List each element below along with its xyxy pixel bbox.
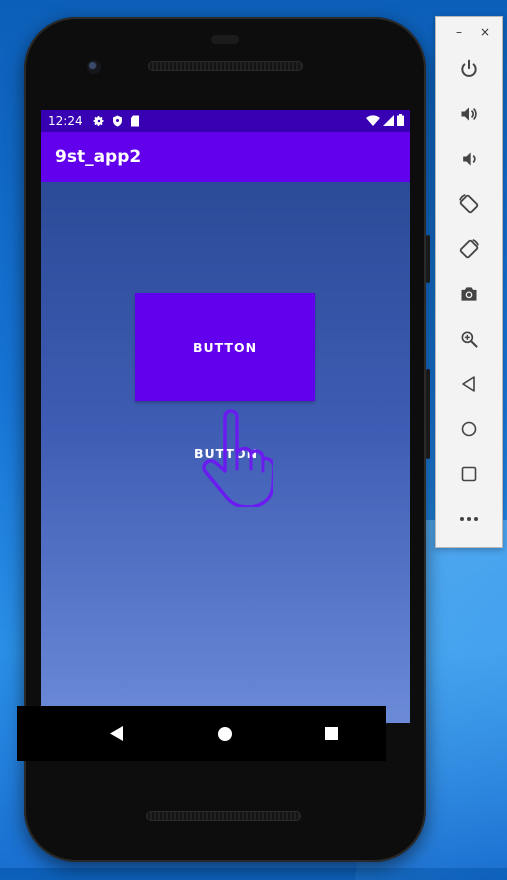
- toolbar-rotate-left[interactable]: [436, 187, 502, 221]
- toolbar-zoom[interactable]: [436, 322, 502, 356]
- text-button[interactable]: BUTTON: [178, 442, 274, 464]
- nav-recents-button[interactable]: [301, 706, 361, 761]
- phone-screen: 12:24 9st_app2 BUTTON BUTTON: [41, 110, 410, 723]
- volume-down-icon: [463, 152, 476, 166]
- app-title: 9st_app2: [55, 147, 142, 167]
- volume-up-icon: [461, 107, 477, 121]
- app-bar: 9st_app2: [41, 132, 410, 182]
- toolbar-volume-down[interactable]: [436, 142, 502, 176]
- close-button[interactable]: ×: [480, 25, 490, 39]
- minimize-button[interactable]: –: [456, 25, 462, 39]
- overview-icon: [461, 466, 477, 482]
- toolbar-volume-up[interactable]: [436, 97, 502, 131]
- toolbar-rotate-right[interactable]: [436, 232, 502, 266]
- toolbar-back[interactable]: [436, 367, 502, 401]
- rotate-left-icon: [459, 194, 479, 214]
- nav-bar: [17, 706, 386, 761]
- emulator-toolbar: – ×: [435, 16, 503, 548]
- screenshot-icon: [461, 287, 477, 301]
- primary-button[interactable]: BUTTON: [135, 293, 315, 401]
- power-icon: [461, 59, 477, 77]
- top-speaker: [148, 61, 303, 71]
- status-bar: 12:24: [41, 110, 410, 132]
- more-icon: [460, 517, 478, 521]
- back-icon: [462, 376, 475, 392]
- back-icon: [110, 726, 123, 741]
- volume-side-button: [426, 369, 430, 459]
- toolbar-power[interactable]: [436, 52, 502, 86]
- signal-icon: [383, 114, 394, 126]
- front-camera: [87, 60, 101, 74]
- bottom-speaker: [146, 811, 301, 821]
- toolbar-overview[interactable]: [436, 457, 502, 491]
- toolbar-more[interactable]: [436, 502, 502, 536]
- toolbar-screenshot[interactable]: [436, 277, 502, 311]
- nav-home-button[interactable]: [195, 706, 255, 761]
- status-time: 12:24: [48, 114, 83, 128]
- toolbar-home[interactable]: [436, 412, 502, 446]
- recents-icon: [324, 727, 338, 740]
- sd-card-icon: [130, 115, 139, 127]
- main-content: BUTTON BUTTON: [41, 182, 410, 723]
- nav-back-button[interactable]: [87, 706, 147, 761]
- battery-icon: [397, 114, 404, 126]
- top-sensor: [211, 35, 239, 44]
- rotate-right-icon: [459, 239, 479, 259]
- power-side-button: [426, 235, 430, 283]
- shield-icon: [112, 115, 122, 127]
- home-icon: [218, 726, 232, 741]
- wifi-icon: [366, 114, 380, 126]
- zoom-icon: [461, 331, 478, 348]
- home-icon: [461, 421, 477, 437]
- gear-icon: [93, 116, 104, 126]
